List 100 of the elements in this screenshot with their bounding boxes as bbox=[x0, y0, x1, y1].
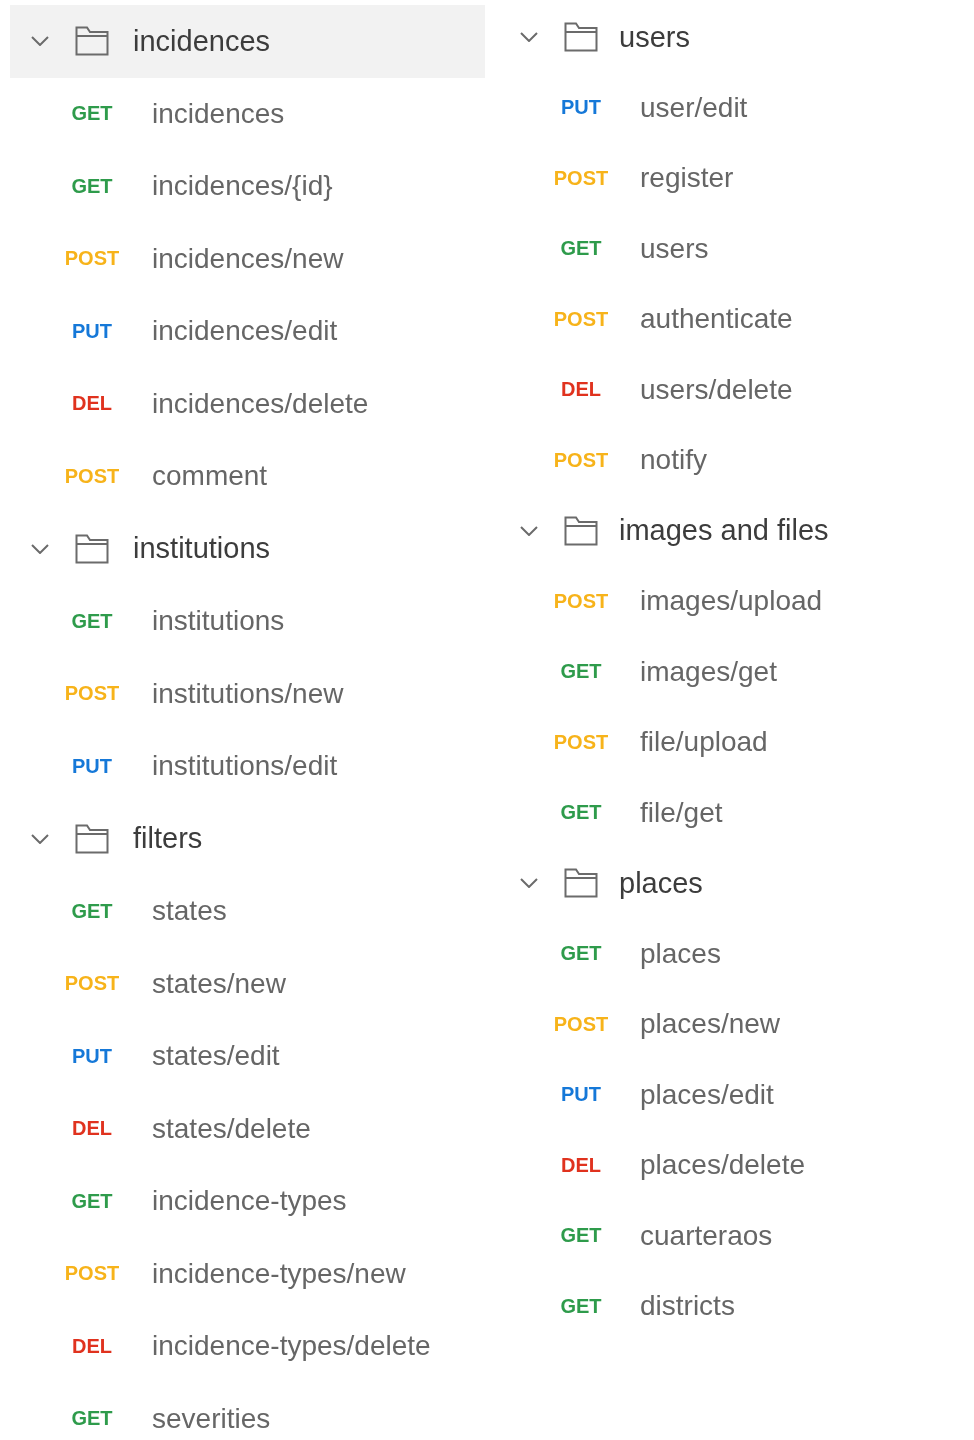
request-name: images/get bbox=[640, 655, 777, 688]
request-name: register bbox=[640, 162, 734, 195]
request-name: places/new bbox=[640, 1008, 781, 1041]
request-name: incidence-types/delete bbox=[152, 1330, 431, 1363]
request-name: places/delete bbox=[640, 1149, 805, 1182]
chevron-icon bbox=[31, 36, 49, 47]
method-label: GET bbox=[560, 801, 602, 825]
request-name: states bbox=[152, 895, 227, 928]
method-label: GET bbox=[560, 660, 602, 684]
request-row[interactable]: PUT incidences/edit bbox=[10, 295, 499, 368]
method-label: GET bbox=[71, 609, 113, 633]
folder-row[interactable]: places bbox=[499, 848, 974, 919]
request-row[interactable]: DEL incidence-types/delete bbox=[10, 1310, 499, 1383]
request-name: users bbox=[640, 232, 709, 265]
request-row[interactable]: DEL users/delete bbox=[499, 354, 974, 425]
method-label: GET bbox=[560, 942, 602, 966]
chevron-icon bbox=[31, 833, 49, 844]
request-row[interactable]: GET file/get bbox=[499, 777, 974, 848]
method-label: GET bbox=[71, 174, 113, 198]
method-label: GET bbox=[560, 1224, 602, 1248]
request-name: institutions bbox=[152, 605, 285, 638]
request-row[interactable]: GET severities bbox=[10, 1382, 499, 1440]
method-label: GET bbox=[71, 1189, 113, 1213]
method-label: DEL bbox=[561, 1153, 601, 1177]
request-row[interactable]: POST incidence-types/new bbox=[10, 1237, 499, 1310]
request-row[interactable]: GET incidences/{id} bbox=[10, 150, 499, 223]
request-name: states/edit bbox=[152, 1040, 280, 1073]
request-name: file/get bbox=[640, 796, 723, 829]
request-name: incidences/new bbox=[152, 242, 344, 275]
request-row[interactable]: POST authenticate bbox=[499, 284, 974, 355]
method-label: POST bbox=[553, 307, 609, 331]
method-label: GET bbox=[71, 899, 113, 923]
folder-row[interactable]: institutions bbox=[10, 512, 485, 585]
method-label: PUT bbox=[72, 1044, 112, 1068]
request-row[interactable]: GET institutions bbox=[10, 585, 499, 658]
method-label: POST bbox=[64, 972, 120, 996]
request-row[interactable]: PUT user/edit bbox=[499, 72, 974, 143]
request-row[interactable]: PUT institutions/edit bbox=[10, 730, 499, 803]
method-label: GET bbox=[71, 1407, 113, 1431]
folder-icon bbox=[564, 22, 598, 53]
method-label: POST bbox=[64, 247, 120, 271]
request-row[interactable]: PUT places/edit bbox=[499, 1059, 974, 1130]
request-row[interactable]: GET places bbox=[499, 918, 974, 989]
request-name: states/new bbox=[152, 967, 286, 1000]
request-row[interactable]: GET incidence-types bbox=[10, 1165, 499, 1238]
request-row[interactable]: POST images/upload bbox=[499, 566, 974, 637]
method-label: POST bbox=[553, 589, 609, 613]
method-label: PUT bbox=[561, 1083, 601, 1107]
request-row[interactable]: POST states/new bbox=[10, 947, 499, 1020]
method-label: POST bbox=[553, 1012, 609, 1036]
chevron-icon bbox=[520, 525, 538, 536]
request-name: districts bbox=[640, 1290, 735, 1323]
request-row[interactable]: GET images/get bbox=[499, 636, 974, 707]
request-name: institutions/new bbox=[152, 677, 344, 710]
chevron-icon bbox=[520, 878, 538, 889]
request-row[interactable]: GET users bbox=[499, 213, 974, 284]
method-label: DEL bbox=[72, 1117, 112, 1141]
chevron-icon bbox=[31, 543, 49, 554]
request-row[interactable]: POST incidences/new bbox=[10, 222, 499, 295]
request-name: states/delete bbox=[152, 1112, 311, 1145]
request-name: incidences/{id} bbox=[152, 170, 333, 203]
method-label: GET bbox=[560, 1294, 602, 1318]
request-name: incidence-types bbox=[152, 1185, 347, 1218]
request-name: comment bbox=[152, 460, 268, 493]
request-row[interactable]: GET states bbox=[10, 875, 499, 948]
folder-row[interactable]: incidences bbox=[10, 5, 485, 78]
request-row[interactable]: POST file/upload bbox=[499, 707, 974, 778]
request-row[interactable]: POST register bbox=[499, 143, 974, 214]
request-row[interactable]: DEL places/delete bbox=[499, 1130, 974, 1201]
request-name: incidences/edit bbox=[152, 315, 338, 348]
request-row[interactable]: GET districts bbox=[499, 1271, 974, 1342]
folder-icon bbox=[75, 26, 109, 57]
folder-row[interactable]: users bbox=[499, 2, 974, 73]
method-label: GET bbox=[71, 102, 113, 126]
request-row[interactable]: GET incidences bbox=[10, 77, 499, 150]
request-name: authenticate bbox=[640, 303, 793, 336]
folder-row[interactable]: filters bbox=[10, 802, 485, 875]
request-row[interactable]: POST comment bbox=[10, 440, 499, 513]
request-name: incidences bbox=[152, 97, 285, 130]
folder-row[interactable]: images and files bbox=[499, 495, 974, 566]
folder-icon bbox=[564, 868, 598, 899]
request-row[interactable]: POST notify bbox=[499, 425, 974, 496]
request-name: users/delete bbox=[640, 373, 793, 406]
request-name: incidences/delete bbox=[152, 387, 369, 420]
folder-icon bbox=[75, 823, 109, 854]
request-name: cuarteraos bbox=[640, 1219, 773, 1252]
request-name: images/upload bbox=[640, 585, 823, 618]
request-row[interactable]: GET cuarteraos bbox=[499, 1200, 974, 1271]
request-name: incidence-types/new bbox=[152, 1257, 406, 1290]
method-label: POST bbox=[553, 448, 609, 472]
request-row[interactable]: DEL incidences/delete bbox=[10, 367, 499, 440]
request-row[interactable]: POST institutions/new bbox=[10, 657, 499, 730]
method-label: DEL bbox=[72, 1334, 112, 1358]
request-row[interactable]: DEL states/delete bbox=[10, 1092, 499, 1165]
request-row[interactable]: POST places/new bbox=[499, 989, 974, 1060]
folder-icon bbox=[564, 515, 598, 546]
method-label: DEL bbox=[72, 392, 112, 416]
method-label: POST bbox=[64, 1262, 120, 1286]
request-row[interactable]: PUT states/edit bbox=[10, 1020, 499, 1093]
method-label: POST bbox=[553, 166, 609, 190]
